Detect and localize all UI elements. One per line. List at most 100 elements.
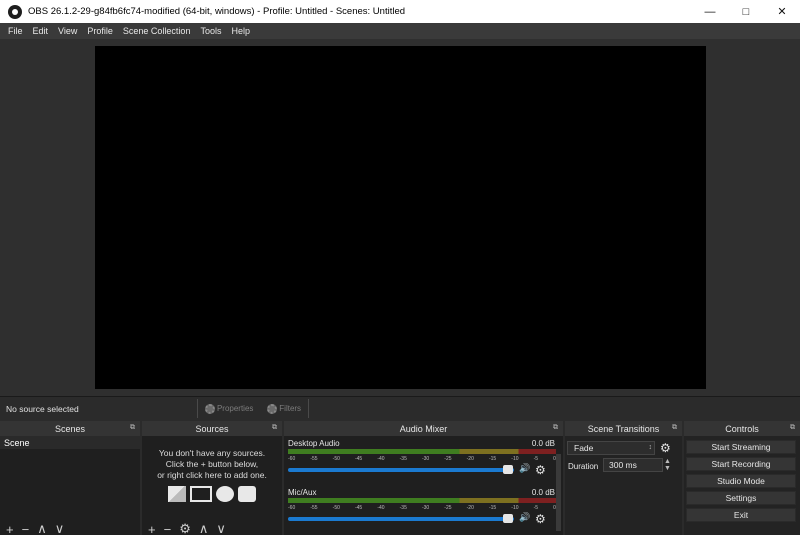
- scene-transitions-dock: Scene Transitions ⧉ Fade ↕ ⚙ Duration 30…: [565, 421, 682, 535]
- channel-name: Desktop Audio: [288, 439, 340, 448]
- scenes-toolbar: + − ∧ ∨: [0, 521, 140, 535]
- audio-mixer-dock: Audio Mixer ⧉ Desktop Audio 0.0 dB -60 -…: [284, 421, 563, 535]
- maximize-icon[interactable]: □: [728, 0, 764, 23]
- volume-meter: [288, 498, 556, 503]
- scenes-title: Scenes: [54, 423, 86, 434]
- gear-icon[interactable]: ⚙: [535, 512, 546, 526]
- tick-label: -25: [444, 505, 452, 511]
- volume-slider-handle[interactable]: [503, 465, 513, 474]
- speaker-icon[interactable]: 🔊: [519, 512, 530, 523]
- tick-label: -15: [488, 505, 497, 511]
- undock-icon[interactable]: ⧉: [130, 424, 135, 432]
- start-streaming-button[interactable]: Start Streaming: [686, 440, 796, 454]
- window-title: OBS 26.1.2-29-g84fb6fc74-modified (64-bi…: [28, 6, 406, 17]
- mixer-channel: Desktop Audio 0.0 dB -60 -55 -50 -45 -40…: [287, 439, 557, 485]
- title-bar: OBS 26.1.2-29-g84fb6fc74-modified (64-bi…: [0, 0, 800, 23]
- volume-meter: [288, 449, 556, 454]
- gear-icon[interactable]: ⚙: [179, 521, 191, 535]
- properties-label: Properties: [216, 404, 254, 413]
- undock-icon[interactable]: ⧉: [672, 424, 677, 432]
- tick-label: -30: [421, 505, 430, 511]
- duration-field[interactable]: 300 ms: [603, 458, 663, 472]
- scenes-dock: Scenes ⧉ Scene + − ∧ ∨: [0, 421, 140, 535]
- menu-scene-collection[interactable]: Scene Collection: [118, 26, 196, 36]
- minimize-icon[interactable]: —: [692, 0, 728, 23]
- start-recording-button[interactable]: Start Recording: [686, 457, 796, 471]
- channel-db: 0.0 dB: [531, 488, 555, 497]
- tick-label: -20: [466, 505, 474, 511]
- undock-icon[interactable]: ⧉: [272, 424, 277, 432]
- source-context-bar: No source selected Properties Filters: [0, 396, 800, 420]
- sources-toolbar: + − ⚙ ∧ ∨: [142, 521, 282, 535]
- transition-select[interactable]: Fade ↕: [567, 441, 655, 455]
- tick-label: -40: [377, 505, 385, 511]
- tick-label: -35: [399, 456, 407, 462]
- chevron-updown-icon: ↕: [648, 444, 653, 451]
- tick-label: -10: [511, 505, 519, 511]
- studio-mode-button[interactable]: Studio Mode: [686, 474, 796, 488]
- menu-view[interactable]: View: [53, 26, 82, 36]
- speaker-icon[interactable]: 🔊: [519, 463, 530, 474]
- duration-label: Duration: [568, 462, 599, 471]
- move-up-icon[interactable]: ∧: [37, 521, 47, 535]
- tick-label: -25: [444, 456, 452, 462]
- properties-button[interactable]: Properties: [204, 403, 254, 414]
- controls-header: Controls ⧉: [684, 421, 800, 436]
- tick-label: -5: [533, 456, 539, 462]
- undock-icon[interactable]: ⧉: [790, 424, 795, 432]
- settings-button[interactable]: Settings: [686, 491, 796, 505]
- move-down-icon[interactable]: ∨: [55, 521, 65, 535]
- volume-slider-handle[interactable]: [503, 514, 513, 523]
- volume-slider[interactable]: [288, 468, 514, 472]
- transitions-title: Scene Transitions: [587, 423, 660, 434]
- menu-tools[interactable]: Tools: [195, 26, 226, 36]
- gear-icon[interactable]: ⚙: [535, 463, 546, 477]
- mixer-scrollbar[interactable]: [556, 454, 561, 531]
- scenes-list: Scene + − ∧ ∨: [0, 436, 140, 535]
- mixer-body: Desktop Audio 0.0 dB -60 -55 -50 -45 -40…: [284, 436, 563, 535]
- controls-dock: Controls ⧉ Start Streaming Start Recordi…: [684, 421, 800, 535]
- add-icon[interactable]: +: [148, 522, 156, 535]
- meter-scale: -60 -55 -50 -45 -40 -35 -30 -25 -20 -15 …: [288, 505, 556, 511]
- hint-line: You don't have any sources.: [158, 448, 266, 458]
- mixer-title: Audio Mixer: [399, 423, 448, 434]
- mixer-channel: Mic/Aux 0.0 dB -60 -55 -50 -45 -40 -35 -…: [287, 488, 557, 534]
- tick-label: -5: [533, 505, 539, 511]
- tick-label: -40: [377, 456, 385, 462]
- menu-file[interactable]: File: [3, 26, 28, 36]
- menu-edit[interactable]: Edit: [28, 26, 54, 36]
- hint-line: or right click here to add one.: [157, 470, 267, 480]
- sources-empty-hint: You don't have any sources. Click the + …: [142, 436, 282, 502]
- transition-value: Fade: [574, 443, 594, 453]
- tick-label: -15: [488, 456, 497, 462]
- tick-label: -55: [310, 505, 318, 511]
- spin-arrows-icon[interactable]: ▲ ▼: [664, 458, 671, 472]
- sources-list[interactable]: You don't have any sources. Click the + …: [142, 436, 282, 535]
- remove-icon[interactable]: −: [164, 522, 172, 535]
- channel-db: 0.0 dB: [531, 439, 555, 448]
- tick-label: -60: [288, 456, 296, 462]
- menu-profile[interactable]: Profile: [82, 26, 118, 36]
- move-down-icon[interactable]: ∨: [216, 521, 226, 535]
- tick-label: -55: [310, 456, 318, 462]
- menu-help[interactable]: Help: [226, 26, 255, 36]
- list-item[interactable]: Scene: [0, 436, 140, 449]
- remove-icon[interactable]: −: [22, 522, 30, 535]
- meter-scale: -60 -55 -50 -45 -40 -35 -30 -25 -20 -15 …: [288, 456, 556, 462]
- sources-title: Sources: [195, 423, 229, 434]
- add-icon[interactable]: +: [6, 522, 14, 535]
- monitor-icon: [190, 486, 212, 502]
- sources-dock: Sources ⧉ You don't have any sources. Cl…: [142, 421, 282, 535]
- close-icon[interactable]: ✕: [764, 0, 800, 23]
- undock-icon[interactable]: ⧉: [553, 424, 558, 432]
- move-up-icon[interactable]: ∧: [199, 521, 209, 535]
- globe-icon: [216, 486, 234, 502]
- filters-button[interactable]: Filters: [267, 403, 301, 414]
- tick-label: -45: [354, 505, 363, 511]
- gear-icon[interactable]: ⚙: [660, 441, 671, 455]
- exit-button[interactable]: Exit: [686, 508, 796, 522]
- preview-canvas[interactable]: [95, 46, 706, 389]
- no-source-label: No source selected: [6, 404, 79, 414]
- volume-slider[interactable]: [288, 517, 514, 521]
- tick-label: -20: [466, 456, 474, 462]
